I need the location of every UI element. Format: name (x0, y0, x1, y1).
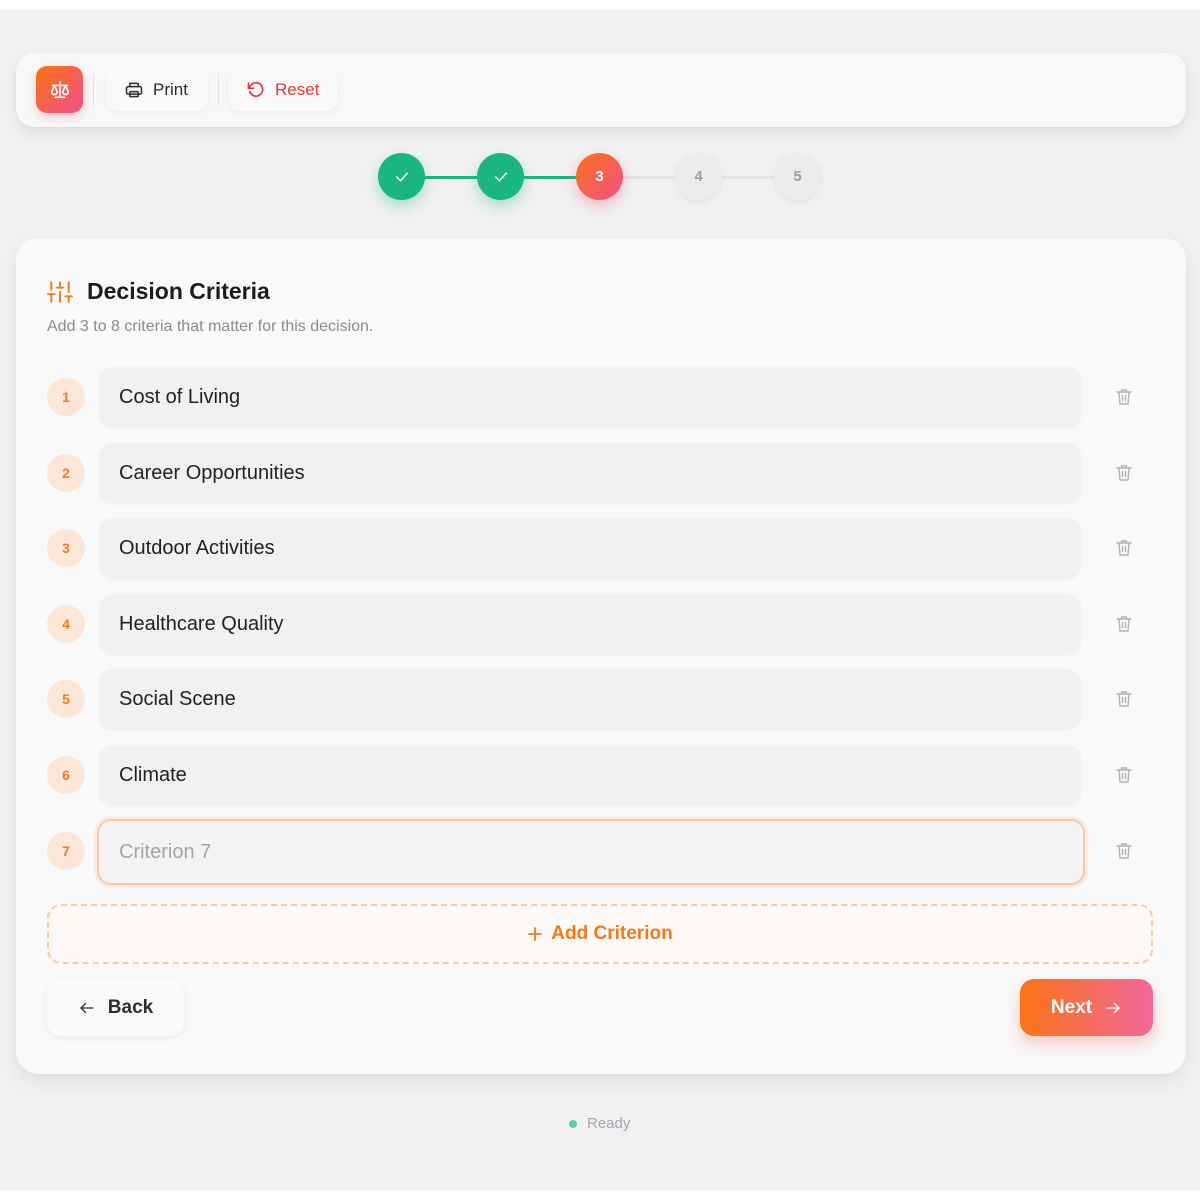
criterion-input[interactable] (99, 669, 1081, 729)
delete-criterion-button[interactable] (1115, 388, 1133, 406)
step-number: 3 (595, 168, 604, 185)
criterion-input[interactable] (99, 745, 1081, 805)
criterion-input[interactable] (99, 443, 1081, 503)
arrow-right-icon (1106, 1002, 1120, 1013)
app-window: Print Reset 3 4 5 Decision Criteria Add … (0, 10, 1200, 1190)
criterion-row: 3 (47, 518, 1147, 578)
trash-icon (1116, 691, 1132, 707)
delete-criterion-button[interactable] (1115, 766, 1133, 784)
step-number: 4 (694, 168, 703, 185)
section-title: Decision Criteria (87, 278, 270, 304)
criterion-row: 2 (47, 443, 1147, 503)
reset-button[interactable]: Reset (228, 69, 338, 111)
criteria-card: Decision Criteria Add 3 to 8 criteria th… (16, 238, 1186, 1074)
printer-icon (125, 82, 143, 98)
criterion-row: 7 (47, 819, 1147, 885)
criterion-number: 3 (47, 529, 85, 567)
trash-icon (1116, 843, 1132, 859)
app-logo (36, 66, 83, 113)
status-dot (569, 1119, 577, 1128)
delete-criterion-button[interactable] (1115, 539, 1133, 557)
status-text: Ready (587, 1115, 631, 1132)
criterion-number: 5 (47, 680, 85, 718)
step-number: 5 (793, 168, 802, 185)
step-connector (523, 176, 578, 179)
criterion-number: 1 (47, 378, 85, 416)
step-connector (622, 176, 677, 179)
add-criterion-button[interactable]: Add Criterion (47, 904, 1153, 964)
criterion-input[interactable] (99, 518, 1081, 578)
delete-criterion-button[interactable] (1115, 464, 1133, 482)
print-button[interactable]: Print (106, 69, 208, 111)
criterion-input[interactable] (97, 819, 1085, 885)
check-icon (494, 172, 507, 181)
step-3-current[interactable]: 3 (576, 153, 623, 200)
trash-icon (1116, 540, 1132, 556)
trash-icon (1116, 767, 1132, 783)
step-4-pending[interactable]: 4 (675, 153, 722, 200)
criterion-input[interactable] (99, 367, 1081, 427)
delete-criterion-button[interactable] (1115, 615, 1133, 633)
add-criterion-label: Add Criterion (551, 923, 673, 944)
print-label: Print (153, 80, 188, 99)
scale-icon (50, 80, 69, 98)
step-1-complete[interactable] (378, 153, 425, 200)
criterion-number: 6 (47, 756, 85, 794)
toolbar: Print Reset (16, 53, 1186, 127)
check-icon (395, 172, 408, 181)
sliders-icon (47, 280, 73, 303)
back-button[interactable]: Back (47, 979, 184, 1036)
section-subtitle: Add 3 to 8 criteria that matter for this… (47, 318, 374, 335)
toolbar-divider (218, 74, 219, 106)
trash-icon (1116, 389, 1132, 405)
trash-icon (1116, 616, 1132, 632)
criterion-number: 7 (47, 832, 85, 870)
arrow-left-icon (80, 1002, 94, 1013)
next-label: Next (1050, 996, 1093, 1018)
delete-criterion-button[interactable] (1115, 842, 1133, 860)
section-header: Decision Criteria (47, 278, 270, 305)
step-5-pending[interactable]: 5 (774, 153, 821, 200)
criterion-row: 6 (47, 745, 1147, 805)
criterion-row: 1 (47, 367, 1147, 427)
criterion-row: 5 (47, 669, 1147, 729)
plus-icon (528, 927, 543, 941)
status-indicator: Ready (569, 1115, 630, 1132)
undo-icon (247, 82, 264, 97)
criterion-number: 2 (47, 454, 85, 492)
back-label: Back (107, 996, 154, 1018)
criterion-number: 4 (47, 605, 85, 643)
next-button[interactable]: Next (1020, 979, 1153, 1036)
criterion-input[interactable] (99, 594, 1081, 654)
step-2-complete[interactable] (477, 153, 524, 200)
toolbar-divider (93, 74, 94, 106)
reset-label: Reset (275, 80, 320, 99)
criterion-row: 4 (47, 594, 1147, 654)
delete-criterion-button[interactable] (1115, 690, 1133, 708)
step-connector (721, 176, 776, 179)
trash-icon (1116, 465, 1132, 481)
step-connector (424, 176, 479, 179)
